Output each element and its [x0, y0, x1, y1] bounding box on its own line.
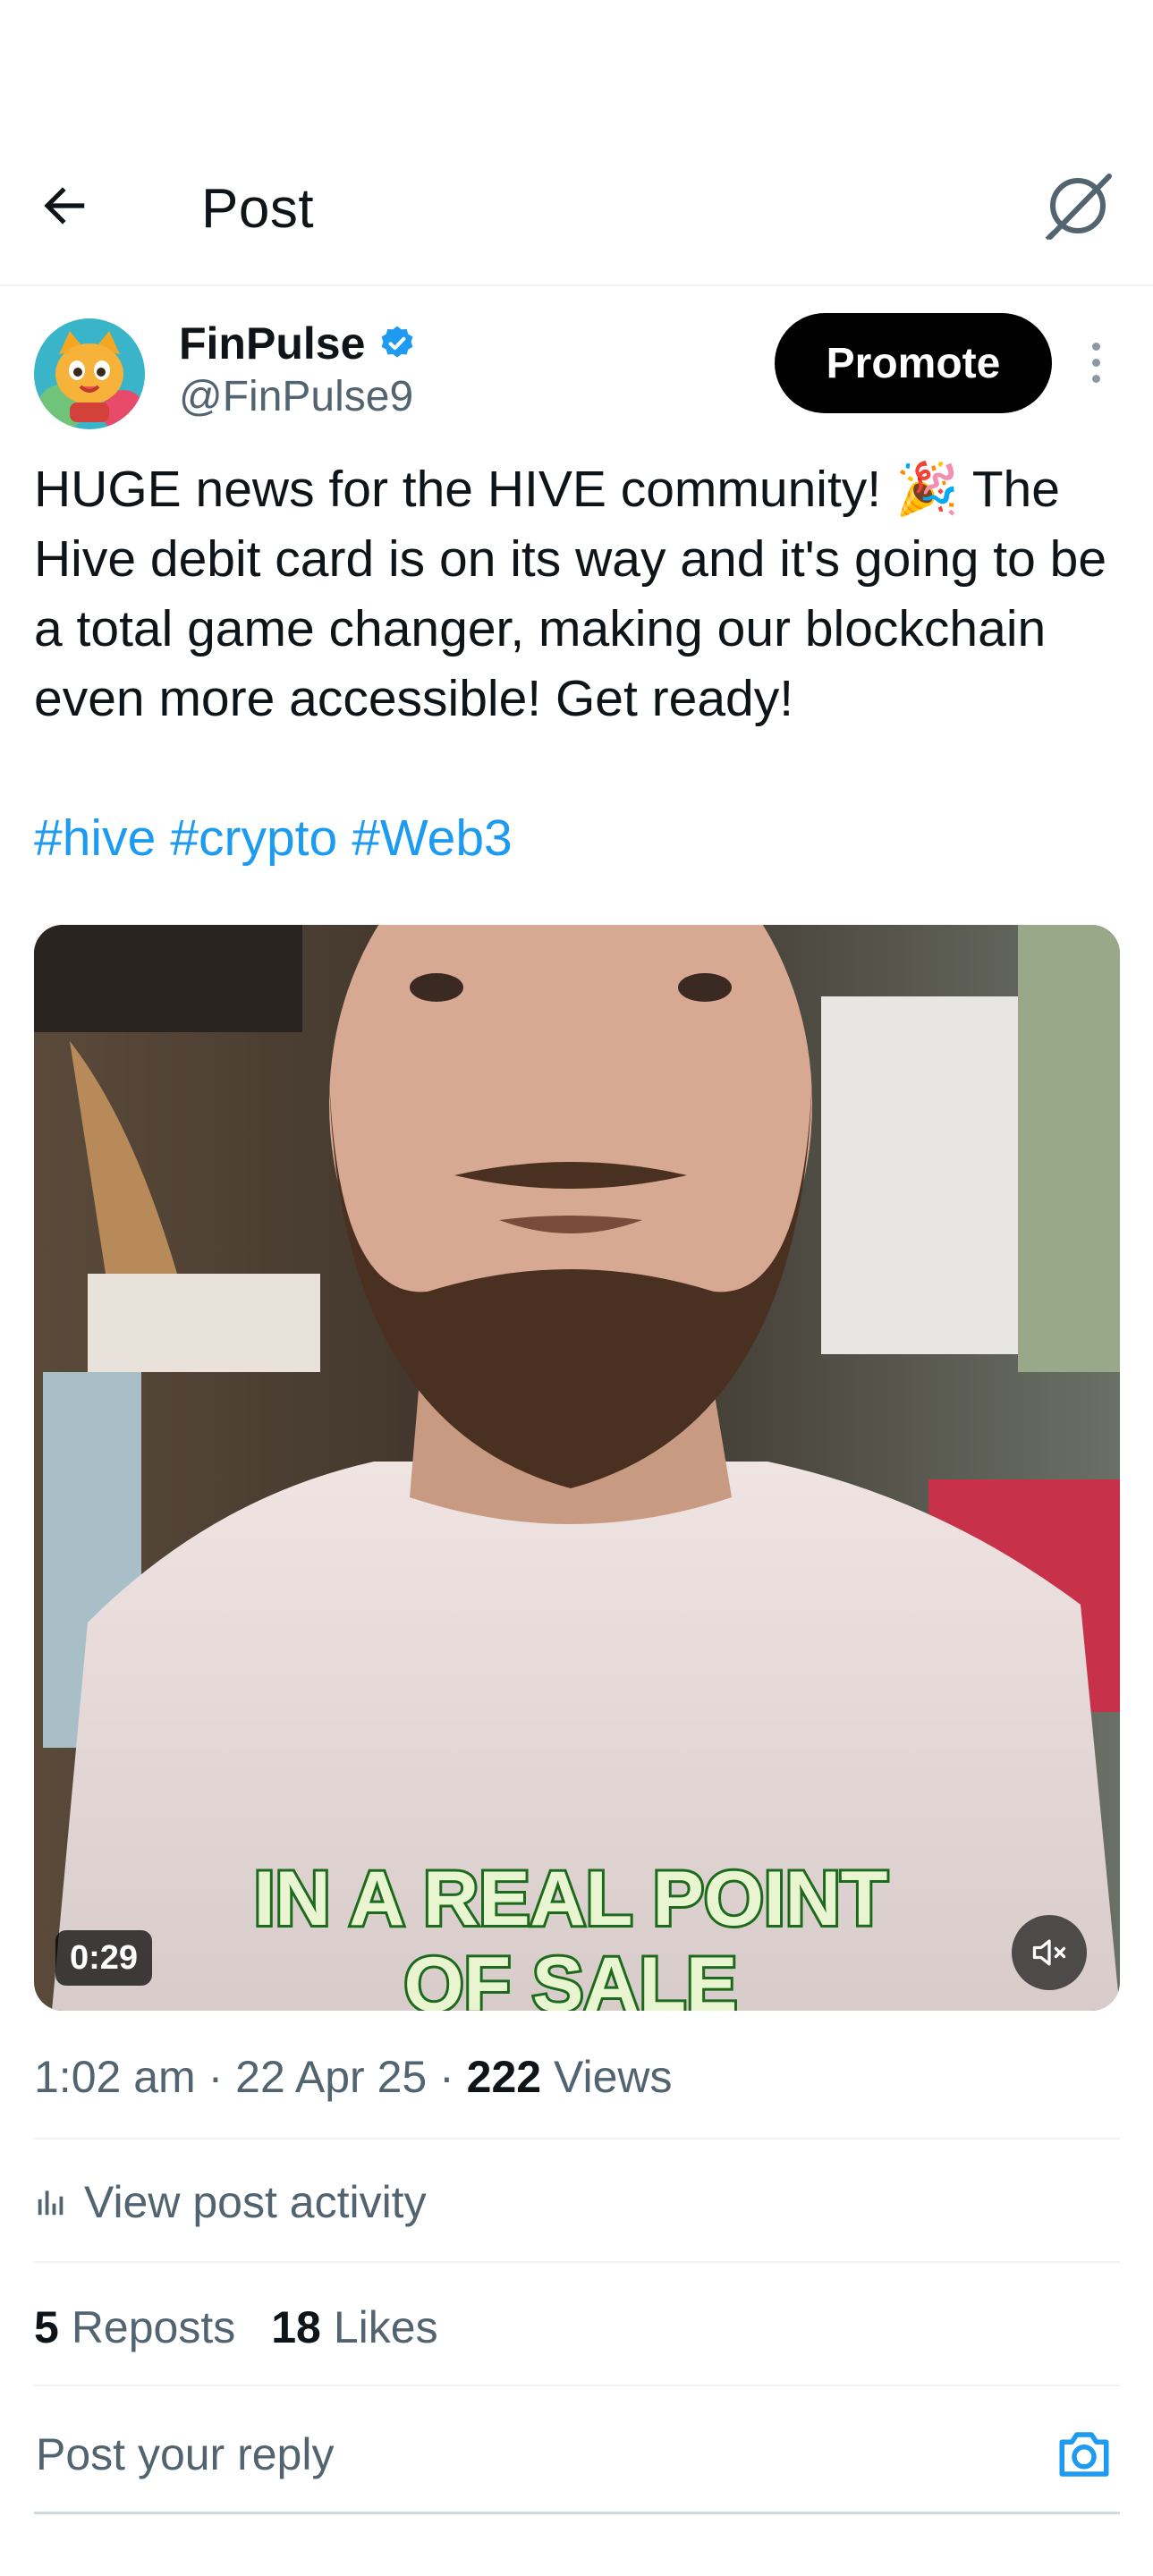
video-frame: IN A REAL POINT OF SALE: [34, 925, 1120, 2011]
grok-icon: [1045, 174, 1112, 241]
author-name[interactable]: FinPulse: [179, 315, 417, 372]
meta-separator: ·: [208, 2052, 224, 2102]
reply-input[interactable]: [34, 2428, 932, 2481]
video-player[interactable]: IN A REAL POINT OF SALE: [34, 925, 1120, 2011]
views-label: Views: [554, 2052, 673, 2102]
views-count: 222: [466, 2052, 542, 2102]
verified-badge-icon: [381, 326, 413, 358]
view-post-activity-label: View post activity: [84, 2177, 427, 2227]
header-divider: [0, 284, 1153, 286]
hashtag-list: #hive #crypto #Web3: [34, 803, 513, 873]
post-time[interactable]: 1:02 am: [34, 2052, 196, 2102]
avatar[interactable]: [34, 318, 145, 429]
reply-composer: [34, 2397, 1120, 2514]
meta-separator: ·: [439, 2052, 454, 2102]
post-text: HUGE news for the HIVE community! 🎉 The …: [34, 461, 1107, 727]
more-vertical-icon-dot: [1091, 342, 1100, 351]
author-name-text: FinPulse: [179, 318, 366, 369]
back-button[interactable]: [36, 161, 125, 250]
page-title: Post: [201, 178, 315, 240]
video-duration: 0:29: [55, 1930, 153, 1986]
grok-button[interactable]: [1038, 165, 1118, 246]
more-vertical-icon-dot: [1091, 374, 1100, 383]
camera-button[interactable]: [1048, 2419, 1120, 2490]
hashtag-link[interactable]: #hive: [34, 803, 156, 873]
promote-button[interactable]: Promote: [775, 313, 1052, 413]
post-stats: 5 Reposts 18 Likes: [34, 2299, 438, 2356]
cartoon-cat-avatar-icon: [34, 318, 145, 429]
likes-stat[interactable]: 18 Likes: [271, 2299, 437, 2356]
mute-button[interactable]: [1012, 1915, 1087, 1990]
video-caption-line2: OF SALE: [404, 1942, 738, 2011]
analytics-icon: [38, 2190, 64, 2216]
post-meta: 1:02 am · 22 Apr 25 · 222 Views: [34, 2048, 673, 2106]
likes-count: 18: [271, 2302, 321, 2352]
video-caption-line1: IN A REAL POINT: [254, 1856, 888, 1942]
likes-label: Likes: [333, 2302, 438, 2352]
post-date[interactable]: 22 Apr 25: [235, 2052, 427, 2102]
arrow-left-icon: [44, 187, 85, 225]
author-handle[interactable]: @FinPulse9: [179, 370, 413, 424]
hashtag-link[interactable]: #crypto: [170, 803, 337, 873]
reposts-count: 5: [34, 2302, 59, 2352]
hashtag-link[interactable]: #Web3: [352, 803, 513, 873]
divider: [34, 2261, 1120, 2263]
reposts-stat[interactable]: 5 Reposts: [34, 2299, 235, 2356]
view-post-activity-link[interactable]: View post activity: [34, 2174, 427, 2231]
more-vertical-icon-dot: [1091, 358, 1100, 367]
divider: [34, 2385, 1120, 2386]
divider: [34, 2138, 1120, 2140]
more-options-button[interactable]: [1073, 331, 1118, 394]
reposts-label: Reposts: [71, 2302, 236, 2352]
volume-muted-icon: [1032, 1939, 1066, 1966]
camera-icon: [1059, 2432, 1109, 2477]
